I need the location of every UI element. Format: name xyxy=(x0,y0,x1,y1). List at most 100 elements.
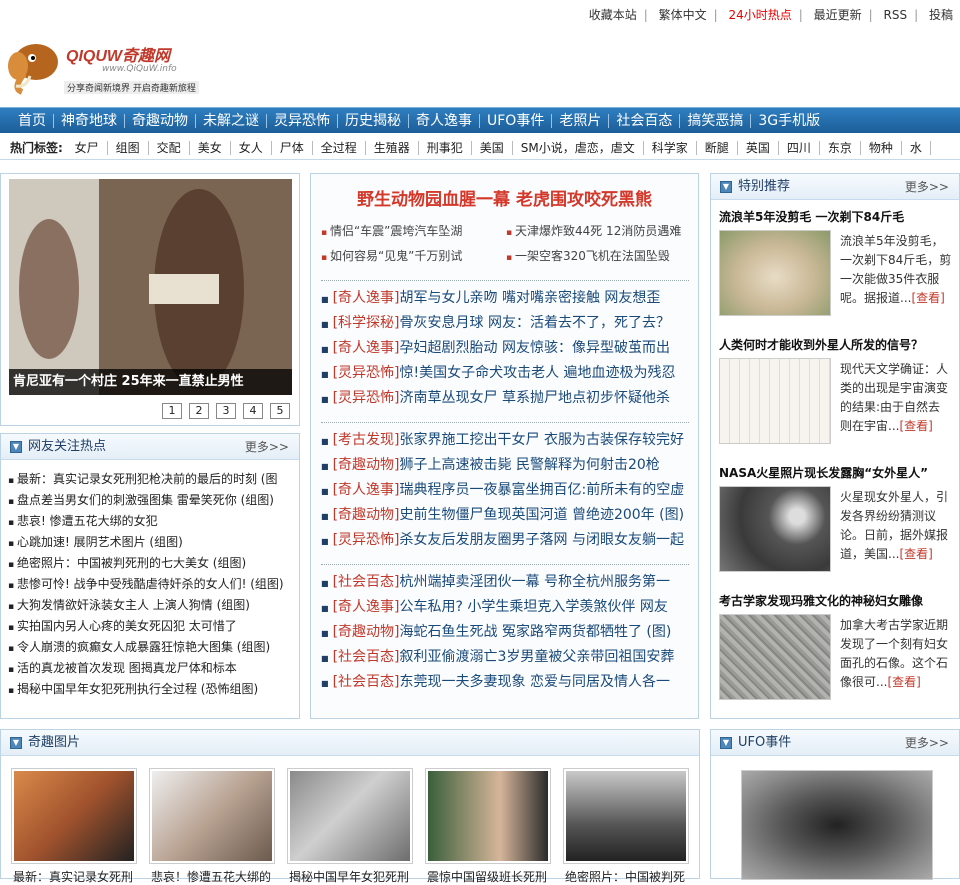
slide-page-1[interactable]: 1 xyxy=(162,403,182,419)
hot-focus-item[interactable]: 悲惨可怜! 战争中受残酷虐待奸杀的女人们! (组图) xyxy=(8,574,293,595)
feature-caption[interactable]: 肯尼亚有一个村庄 25年来一直禁止男性 xyxy=(9,369,292,395)
nav-oldphotos[interactable]: 老照片 xyxy=(552,108,608,134)
news-category-link[interactable]: [灵异恐怖] xyxy=(333,532,400,548)
news-category-link[interactable]: [奇趣动物] xyxy=(333,457,400,473)
news-category-link[interactable]: [社会百态] xyxy=(333,649,400,665)
hot-tag[interactable]: 水 xyxy=(901,141,931,155)
hot-focus-item[interactable]: 揭秘中国早年女犯死刑执行全过程 (恐怖组图) xyxy=(8,679,293,700)
picture-caption[interactable]: 绝密照片：中国被判死 xyxy=(565,868,691,885)
hot-tag[interactable]: 科学家 xyxy=(643,141,697,155)
news-title-link[interactable]: 瑞典程序员一夜暴富坐拥百亿:前所未有的空虚 xyxy=(400,482,685,498)
nav-animals[interactable]: 奇趣动物 xyxy=(125,108,195,134)
picture-thumbnail[interactable] xyxy=(287,768,413,864)
special-item-image[interactable] xyxy=(719,486,831,572)
news-category-link[interactable]: [奇人逸事] xyxy=(333,599,400,615)
nav-magic-earth[interactable]: 神奇地球 xyxy=(54,108,124,134)
news-category-link[interactable]: [奇人逸事] xyxy=(333,290,400,306)
hot-tag[interactable]: 尸体 xyxy=(271,141,313,155)
special-item-title[interactable]: 考古学家发现玛雅文化的神秘妇女雕像 xyxy=(719,590,955,612)
top-headline[interactable]: 野生动物园血腥一幕 老虎围攻咬死黑熊 xyxy=(311,174,698,214)
picture-thumbnail[interactable] xyxy=(425,768,551,864)
news-title-link[interactable]: 史前生物僵尸鱼现英国河道 曾绝迹200年 (图) xyxy=(400,507,685,523)
view-link[interactable]: [查看] xyxy=(899,547,932,561)
news-title-link[interactable]: 狮子上高速被击毙 民警解释为何射击20枪 xyxy=(400,457,660,473)
hot-focus-item[interactable]: 活的真龙被首次发现 图揭真龙尸体和标本 xyxy=(8,658,293,679)
view-link[interactable]: [查看] xyxy=(911,291,944,305)
hot-tag[interactable]: 全过程 xyxy=(312,141,366,155)
special-item-image[interactable] xyxy=(719,614,831,700)
picture-thumbnail[interactable] xyxy=(149,768,275,864)
nav-funny[interactable]: 搞笑恶搞 xyxy=(680,108,750,134)
news-category-link[interactable]: [奇人逸事] xyxy=(333,482,400,498)
special-item-title[interactable]: NASA火星照片现长发露胸“女外星人” xyxy=(719,462,955,484)
submit-link[interactable]: 投稿 xyxy=(922,8,960,22)
picture-thumbnail[interactable] xyxy=(563,768,689,864)
slide-page-2[interactable]: 2 xyxy=(189,403,209,419)
picture-caption[interactable]: 揭秘中国早年女犯死刑 xyxy=(289,868,415,885)
hot-tag[interactable]: 东京 xyxy=(819,141,861,155)
sub-headline-link[interactable]: 如何容易“见鬼”千万别试 xyxy=(321,247,462,264)
news-title-link[interactable]: 济南草丛现女尸 草系抛尸地点初步怀疑他杀 xyxy=(400,390,670,406)
slide-page-5[interactable]: 5 xyxy=(270,403,290,419)
special-item-title[interactable]: 人类何时才能收到外星人所发的信号？ xyxy=(719,334,955,356)
news-category-link[interactable]: [奇趣动物] xyxy=(333,507,400,523)
hot-tag[interactable]: 生殖器 xyxy=(365,141,419,155)
hot-focus-item[interactable]: 悲哀! 惨遭五花大绑的女犯 xyxy=(8,511,293,532)
picture-caption[interactable]: 悲哀！惨遭五花大绑的 xyxy=(151,868,277,885)
hot-focus-item[interactable]: 最新：真实记录女死刑犯枪决前的最后的时刻 (图 xyxy=(8,469,293,490)
nav-history[interactable]: 历史揭秘 xyxy=(338,108,408,134)
hot-focus-item[interactable]: 大狗发情欲奸泳装女主人 上演人狗情 (组图) xyxy=(8,595,293,616)
news-category-link[interactable]: [科学探秘] xyxy=(333,315,400,331)
nav-oddpeople[interactable]: 奇人逸事 xyxy=(409,108,479,134)
special-item-image[interactable] xyxy=(719,358,831,444)
hot-tag[interactable]: 物种 xyxy=(860,141,902,155)
news-category-link[interactable]: [社会百态] xyxy=(333,674,400,690)
sub-headline-link[interactable]: 情侣“车震”震垮汽车坠湖 xyxy=(321,222,462,239)
nav-mysteries[interactable]: 未解之谜 xyxy=(196,108,266,134)
slide-page-4[interactable]: 4 xyxy=(243,403,263,419)
site-logo[interactable]: QIQUW奇趣网 www.QiQuW.info 分享奇闻新境界 开启奇趣新旅程 xyxy=(2,38,202,98)
hot-tag[interactable]: 交配 xyxy=(148,141,190,155)
hot-tag[interactable]: 女尸 xyxy=(66,141,108,155)
sub-headline-link[interactable]: 一架空客320飞机在法国坠毁 xyxy=(506,247,670,264)
nav-society[interactable]: 社会百态 xyxy=(609,108,679,134)
rss-link[interactable]: RSS xyxy=(877,8,915,22)
view-link[interactable]: [查看] xyxy=(899,419,932,433)
picture-caption[interactable]: 最新：真实记录女死刑 xyxy=(13,868,139,885)
hot-tag[interactable]: 四川 xyxy=(778,141,820,155)
news-title-link[interactable]: 张家界施工挖出干女尸 衣服为古装保存较完好 xyxy=(400,432,684,448)
hot-tag[interactable]: SM小说，虐恋，虐文 xyxy=(512,141,644,155)
news-category-link[interactable]: [社会百态] xyxy=(333,574,400,590)
news-title-link[interactable]: 胡军与女儿亲吻 嘴对嘴亲密接触 网友想歪 xyxy=(400,290,661,306)
sub-headline-link[interactable]: 天津爆炸致44死 12消防员遇难 xyxy=(506,222,681,239)
recent-updates-link[interactable]: 最近更新 xyxy=(807,8,869,22)
hot-tag[interactable]: 断腿 xyxy=(696,141,738,155)
news-category-link[interactable]: [奇趣动物] xyxy=(333,624,400,640)
hot-tag[interactable]: 英国 xyxy=(737,141,779,155)
hot-focus-item[interactable]: 绝密照片：中国被判死刑的七大美女 (组图) xyxy=(8,553,293,574)
special-more-link[interactable]: 更多>> xyxy=(905,174,949,200)
traditional-chinese-link[interactable]: 繁体中文 xyxy=(652,8,714,22)
hot-focus-item[interactable]: 心跳加速! 展阴艺术图片 (组图) xyxy=(8,532,293,553)
ufo-image[interactable] xyxy=(741,770,933,880)
news-title-link[interactable]: 东莞现一夫多妻现象 恋爱与同居及情人各一 xyxy=(400,674,670,690)
hot-focus-more-link[interactable]: 更多>> xyxy=(245,434,289,460)
hot-tag[interactable]: 女人 xyxy=(230,141,272,155)
special-item-image[interactable] xyxy=(719,230,831,316)
nav-horror[interactable]: 灵异恐怖 xyxy=(267,108,337,134)
news-title-link[interactable]: 孕妇超剧烈胎动 网友惊骇：像异型破茧而出 xyxy=(400,340,670,356)
news-category-link[interactable]: [考古发现] xyxy=(333,432,400,448)
nav-home[interactable]: 首页 xyxy=(0,108,53,134)
view-link[interactable]: [查看] xyxy=(887,675,920,689)
hot-tag[interactable]: 组图 xyxy=(107,141,149,155)
news-category-link[interactable]: [灵异恐怖] xyxy=(333,390,400,406)
news-category-link[interactable]: [奇人逸事] xyxy=(333,340,400,356)
news-title-link[interactable]: 公车私用? 小学生乘坦克入学羡煞伙伴 网友 xyxy=(400,599,668,615)
slide-page-3[interactable]: 3 xyxy=(216,403,236,419)
picture-thumbnail[interactable] xyxy=(11,768,137,864)
hot-tag[interactable]: 刑事犯 xyxy=(418,141,472,155)
picture-caption[interactable]: 震惊中国留级班长死刑 xyxy=(427,868,553,885)
hot-focus-item[interactable]: 盘点差当男女们的刺激强图集 雷晕笑死你 (组图) xyxy=(8,490,293,511)
hot-focus-item[interactable]: 令人崩溃的疯癫女人成暴露狂惊艳大图集 (组图) xyxy=(8,637,293,658)
nav-ufo[interactable]: UFO事件 xyxy=(480,108,551,134)
